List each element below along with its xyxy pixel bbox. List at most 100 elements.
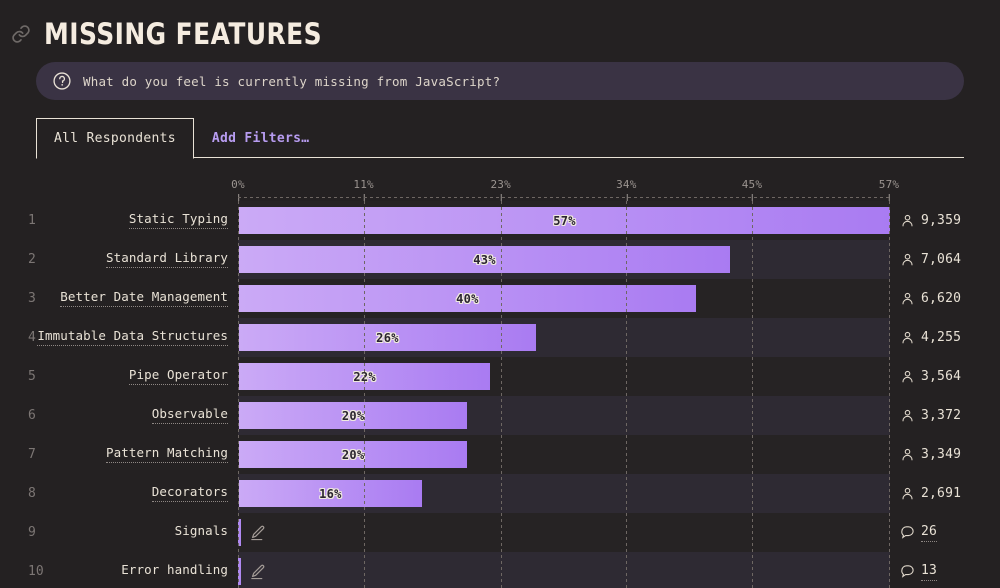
row-band [238, 552, 890, 588]
x-axis-tick-label: 0% [231, 178, 245, 191]
row-label-text: Error handling [121, 563, 228, 580]
row-count: 4,255 [900, 318, 996, 357]
link-icon[interactable] [10, 23, 32, 45]
x-axis-tick-label: 45% [742, 178, 762, 191]
row-count-value: 2,691 [921, 486, 961, 501]
person-icon [900, 447, 915, 462]
x-axis-tick-mark [889, 194, 890, 201]
chart-row: 9 Signals 26 [0, 513, 1000, 552]
bar[interactable]: 22% [239, 363, 490, 390]
row-count-value: 13 [921, 563, 937, 581]
row-count: 3,349 [900, 435, 996, 474]
chart-row: 8Decorators16%2,691 [0, 474, 1000, 513]
chart-row: 1 Static Typing 57% 9,359 [0, 201, 1000, 240]
x-axis-tick-label: 34% [616, 178, 636, 191]
row-count-value: 7,064 [921, 252, 961, 267]
row-label[interactable]: Pattern Matching [56, 435, 228, 474]
row-label-text: Standard Library [106, 251, 228, 268]
row-label-text: Pipe Operator [129, 368, 228, 385]
bar-value-label: 57% [553, 214, 576, 228]
tab-add-filters[interactable]: Add Filters… [194, 118, 328, 158]
row-count: 2,691 [900, 474, 996, 513]
bar-value-label: 26% [376, 331, 399, 345]
x-axis-tick-label: 11% [353, 178, 373, 191]
person-icon [900, 213, 915, 228]
row-label-text: Signals [175, 524, 228, 541]
chart-row: 3 Better Date Management 40% 6,620 [0, 279, 1000, 318]
row-label-text: Better Date Management [60, 290, 228, 307]
tab-bar: All Respondents Add Filters… [36, 118, 964, 158]
question-text: What do you feel is currently missing fr… [83, 74, 500, 89]
tab-all-respondents[interactable]: All Respondents [36, 118, 194, 159]
bar-value-label: 40% [456, 292, 479, 306]
chart-row: 5 Pipe Operator 22% 3,564 [0, 357, 1000, 396]
row-count[interactable]: 26 [900, 513, 996, 552]
chart-rows: 1 Static Typing 57% 9,359 2 Standard Library 4… [0, 201, 1000, 588]
row-count: 3,372 [900, 396, 996, 435]
row-label-text: Observable [152, 407, 228, 424]
chart-row: 10Error handling13 [0, 552, 1000, 588]
question-bar: What do you feel is currently missing fr… [36, 62, 964, 100]
x-axis-tick-label: 23% [490, 178, 510, 191]
bar[interactable]: 57% [239, 207, 890, 234]
bar[interactable]: 20% [239, 441, 467, 468]
bar[interactable]: 26% [239, 324, 536, 351]
bar[interactable]: 43% [239, 246, 730, 273]
bar[interactable]: 40% [239, 285, 696, 312]
row-rank: 7 [28, 435, 52, 474]
row-count-value: 4,255 [921, 330, 961, 345]
chart-row: 2 Standard Library 43% 7,064 [0, 240, 1000, 279]
freeform-marker [238, 558, 241, 585]
row-label[interactable]: Pipe Operator [56, 357, 228, 396]
person-icon [900, 252, 915, 267]
page-header: Missing Features [0, 0, 1000, 54]
x-axis: 0% 11% 23% 34% 45% 57% [0, 178, 1000, 200]
chart-row: 7Pattern Matching 20% 3,349 [0, 435, 1000, 474]
bar-value-label: 20% [342, 448, 365, 462]
pencil-icon [249, 563, 266, 580]
row-rank: 1 [28, 201, 52, 240]
bar[interactable]: 16% [239, 480, 422, 507]
row-count: 7,064 [900, 240, 996, 279]
row-count: 9,359 [900, 201, 996, 240]
x-axis-tick: 23% [490, 178, 510, 191]
row-count-value: 3,564 [921, 369, 961, 384]
bar-value-label: 16% [319, 487, 342, 501]
person-icon [900, 408, 915, 423]
bar-chart: 0%11%23%34%45%57% 1Static Typing57%9,359… [0, 178, 1000, 588]
row-label[interactable]: Signals [56, 513, 228, 552]
row-count-value: 3,349 [921, 447, 961, 462]
row-label-text: Decorators [152, 485, 228, 502]
row-count-value: 6,620 [921, 291, 961, 306]
tab-bar-rule [194, 157, 964, 158]
row-label-text: Immutable Data Structures [37, 329, 228, 346]
row-count: 3,564 [900, 357, 996, 396]
row-label[interactable]: Immutable Data Structures [56, 318, 228, 357]
edit-answers-button[interactable] [249, 552, 266, 588]
bar[interactable]: 20% [239, 402, 467, 429]
row-rank: 9 [28, 513, 52, 552]
row-rank: 5 [28, 357, 52, 396]
row-label-text: Static Typing [129, 212, 228, 229]
row-label[interactable]: Static Typing [56, 201, 228, 240]
row-label[interactable]: Observable [56, 396, 228, 435]
freeform-marker [238, 519, 241, 546]
x-axis-tick: 34% [616, 178, 636, 191]
page-title: Missing Features [44, 17, 322, 51]
row-count[interactable]: 13 [900, 552, 996, 588]
comment-icon [900, 524, 915, 539]
row-label[interactable]: Error handling [56, 552, 228, 588]
row-label[interactable]: Standard Library [56, 240, 228, 279]
bar-value-label: 22% [353, 370, 376, 384]
row-label[interactable]: Better Date Management [56, 279, 228, 318]
row-rank: 3 [28, 279, 52, 318]
row-label[interactable]: Decorators [56, 474, 228, 513]
person-icon [900, 291, 915, 306]
x-axis-line [238, 197, 889, 198]
x-axis-tick: 57% [879, 178, 899, 191]
person-icon [900, 330, 915, 345]
row-rank: 2 [28, 240, 52, 279]
row-count-value: 3,372 [921, 408, 961, 423]
chart-page: Missing Features What do you feel is cur… [0, 0, 1000, 588]
edit-answers-button[interactable] [249, 513, 266, 552]
